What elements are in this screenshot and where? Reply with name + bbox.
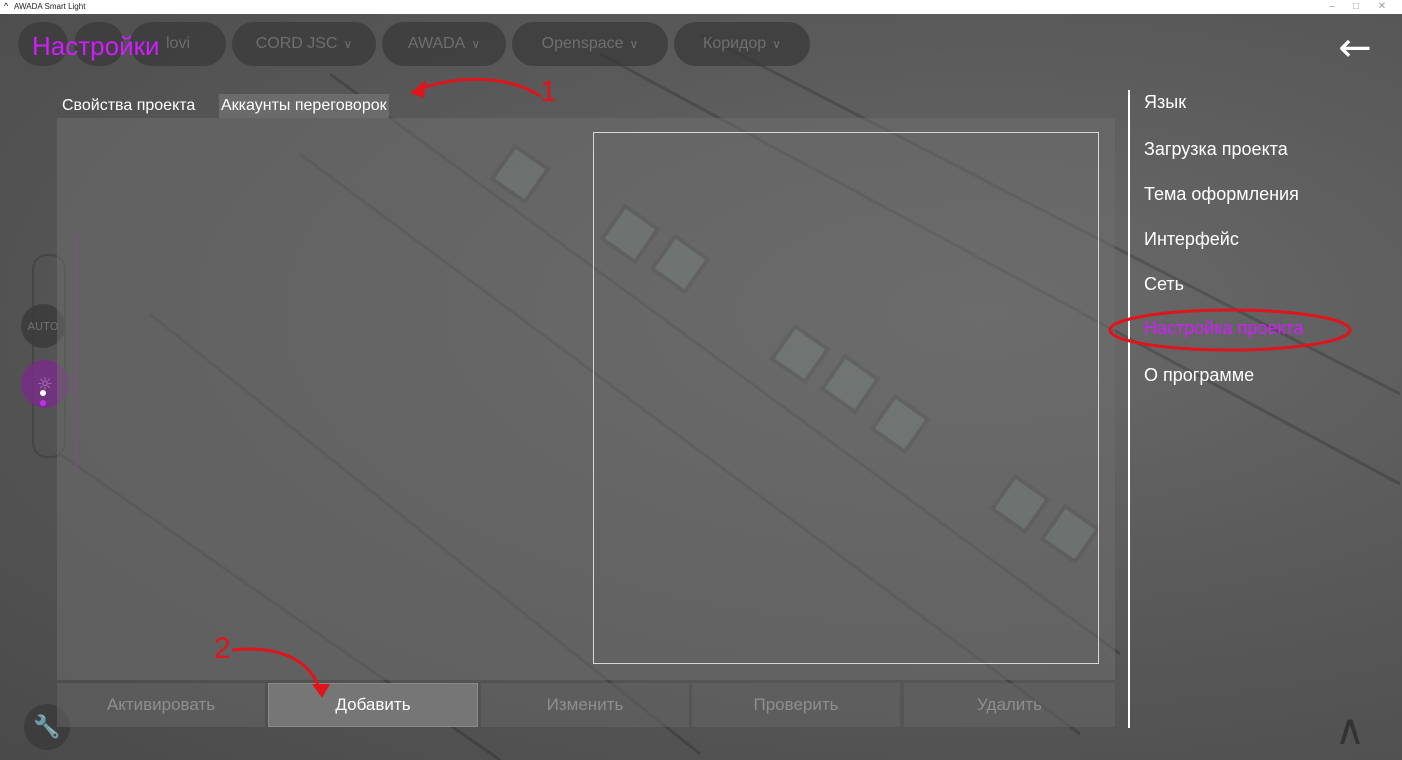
chevron-down-icon: ∨ bbox=[471, 37, 481, 51]
minimize-button[interactable]: – bbox=[1322, 0, 1342, 14]
back-arrow-icon[interactable]: ← bbox=[1332, 28, 1378, 68]
pill-label: Коридор bbox=[703, 35, 767, 52]
page-title: Настройки bbox=[32, 31, 160, 61]
edit-button[interactable]: Изменить bbox=[481, 683, 689, 727]
menu-divider bbox=[1128, 90, 1130, 728]
delete-button[interactable]: Удалить bbox=[904, 683, 1115, 727]
window-titlebar: ^ AWADA Smart Light – □ ✕ bbox=[0, 0, 1402, 14]
tab-meeting-accounts[interactable]: Аккаунты переговорок bbox=[219, 94, 389, 118]
pill-corridor: Коридор ∨ bbox=[674, 22, 810, 66]
close-button[interactable]: ✕ bbox=[1372, 0, 1392, 14]
maximize-button[interactable]: □ bbox=[1346, 0, 1366, 14]
menu-item-load-project[interactable]: Загрузка проекта bbox=[1144, 139, 1288, 160]
pill-label: CORD JSC bbox=[255, 35, 338, 52]
accounts-listbox[interactable] bbox=[593, 132, 1099, 664]
menu-item-network[interactable]: Сеть bbox=[1144, 274, 1184, 295]
menu-item-project-settings[interactable]: Настройка проекта bbox=[1144, 318, 1304, 339]
annotation-label-1: 1 bbox=[540, 75, 557, 108]
pill-zone: Openspace ∨ bbox=[512, 22, 668, 66]
window-title: AWADA Smart Light bbox=[14, 2, 86, 11]
menu-item-language[interactable]: Язык bbox=[1144, 92, 1186, 113]
app-canvas: lovi CORD JSC ∨ AWADA ∨ Openspace ∨ Коридор… bbox=[0, 14, 1402, 760]
menu-item-interface[interactable]: Интерфейс bbox=[1144, 229, 1239, 250]
add-button[interactable]: Добавить bbox=[268, 683, 478, 727]
pill-brand: AWADA ∨ bbox=[382, 22, 506, 66]
annotation-label-2: 2 bbox=[214, 632, 231, 665]
pill-label: Openspace bbox=[541, 35, 624, 52]
chevron-down-icon: ∨ bbox=[343, 37, 353, 51]
pill-label: lovi bbox=[165, 35, 190, 52]
pill-label: AWADA bbox=[407, 35, 466, 52]
pill-company: CORD JSC ∨ bbox=[232, 22, 376, 66]
chevron-up-icon: ∧ bbox=[1334, 705, 1366, 754]
tab-project-properties[interactable]: Свойства проекта bbox=[60, 94, 197, 118]
check-button[interactable]: Проверить bbox=[692, 683, 900, 727]
activate-button[interactable]: Активировать bbox=[57, 683, 265, 727]
page-dot-icon bbox=[40, 390, 46, 396]
chevron-down-icon: ∨ bbox=[629, 37, 639, 51]
page-dot-icon bbox=[40, 400, 46, 406]
menu-item-about[interactable]: О программе bbox=[1144, 365, 1254, 386]
chevron-down-icon: ∨ bbox=[772, 37, 781, 51]
menu-item-theme[interactable]: Тема оформления bbox=[1144, 184, 1299, 205]
app-logo-icon: ^ bbox=[4, 1, 9, 11]
